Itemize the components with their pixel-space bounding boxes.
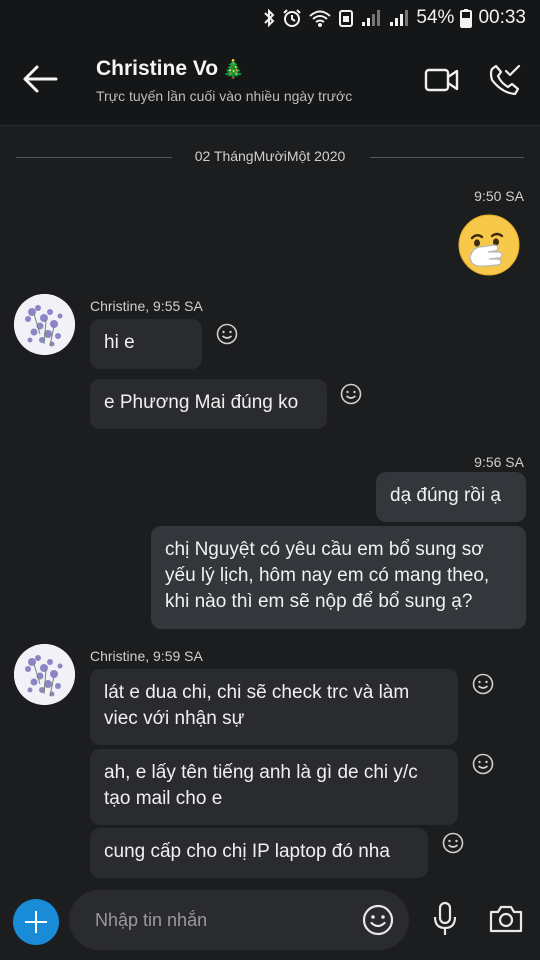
date-separator: 02 ThángMườiMột 2020 (0, 146, 540, 168)
back-arrow-icon[interactable] (22, 64, 58, 94)
audio-call-icon[interactable] (488, 63, 522, 97)
divider-right (370, 157, 524, 158)
message-text: hi e (104, 332, 135, 353)
message-text-line: chị Nguyệt có yêu cầu em bổ sung sơ (165, 539, 484, 560)
message-text: dạ đúng rồi ạ (390, 485, 501, 506)
incoming-message-bubble[interactable]: lát e dua chi, chi sẽ check trc và làm v… (90, 669, 458, 745)
contact-name-text[interactable]: Christine Vo (96, 57, 218, 80)
signal-icon-2 (390, 10, 409, 26)
signal-icon-1 (362, 10, 381, 26)
incoming-message-bubble[interactable]: cung cấp cho chị IP laptop đó nha (90, 828, 428, 878)
incoming-message-bubble[interactable]: e Phương Mai đúng ko (90, 379, 327, 429)
message-text-line: viec với nhận sự (104, 708, 245, 729)
christmas-tree-icon: 🎄 (222, 59, 245, 79)
message-text-line: yếu lý lịch, hôm nay em có mang theo, (165, 565, 490, 586)
status-bar: 54% 00:33 (0, 0, 540, 36)
battery-icon (460, 9, 473, 28)
wifi-icon (309, 10, 332, 27)
message-input-container[interactable] (69, 890, 409, 950)
message-text: cung cấp cho chị IP laptop đó nha (104, 841, 390, 862)
add-reaction-smiley-icon[interactable] (472, 753, 494, 775)
sender-name-time: Christine, 9:59 SA (90, 648, 203, 664)
clock: 00:33 (478, 7, 526, 28)
emoji-picker-icon[interactable] (362, 904, 394, 936)
message-timestamp: 9:56 SA (474, 454, 524, 470)
chat-header: Christine Vo 🎄 Trực tuyến lần cuối vào nh… (0, 36, 540, 126)
add-reaction-smiley-icon[interactable] (472, 673, 494, 695)
message-text-line: tạo mail cho e (104, 788, 223, 809)
battery-percent: 54% (416, 7, 455, 28)
sender-name-time: Christine, 9:55 SA (90, 298, 203, 314)
add-reaction-smiley-icon[interactable] (340, 383, 362, 405)
message-composer (0, 886, 540, 960)
message-input[interactable] (95, 890, 345, 950)
message-timestamp: 9:50 SA (474, 188, 524, 204)
alarm-icon (283, 9, 302, 27)
add-content-plus-icon[interactable] (13, 899, 59, 945)
message-text-line: khi nào thì em sẽ nộp để bổ sung ạ? (165, 591, 473, 612)
hand-over-mouth-emoji-icon[interactable] (458, 214, 520, 276)
message-text-line: ah, e lấy tên tiếng anh là gì de chi y/c (104, 762, 418, 783)
video-call-icon[interactable] (424, 66, 460, 94)
outgoing-message-bubble[interactable]: chị Nguyệt có yêu cầu em bổ sung sơ yếu … (151, 526, 526, 629)
message-text-line: lát e dua chi, chi sẽ check trc và làm (104, 682, 410, 703)
contact-last-seen: Trực tuyến lần cuối vào nhiều ngày trước (96, 88, 353, 104)
incoming-message-bubble[interactable]: hi e (90, 319, 202, 369)
microphone-icon[interactable] (430, 901, 460, 937)
camera-icon[interactable] (488, 904, 524, 934)
bluetooth-icon (264, 8, 275, 28)
add-reaction-smiley-icon[interactable] (442, 832, 464, 854)
contact-name[interactable]: Christine Vo 🎄 (96, 57, 245, 81)
sim-icon (339, 10, 354, 27)
status-icons: 54% 00:33 (262, 7, 526, 29)
contact-avatar[interactable] (14, 294, 75, 355)
message-text: e Phương Mai đúng ko (104, 392, 299, 413)
contact-avatar[interactable] (14, 644, 75, 705)
flowers-avatar-icon (14, 644, 75, 705)
incoming-message-bubble[interactable]: ah, e lấy tên tiếng anh là gì de chi y/c… (90, 749, 458, 825)
date-separator-text: 02 ThángMườiMột 2020 (194, 148, 346, 164)
outgoing-message-bubble[interactable]: dạ đúng rồi ạ (376, 472, 526, 522)
flowers-avatar-icon (14, 294, 75, 355)
add-reaction-smiley-icon[interactable] (216, 323, 238, 345)
